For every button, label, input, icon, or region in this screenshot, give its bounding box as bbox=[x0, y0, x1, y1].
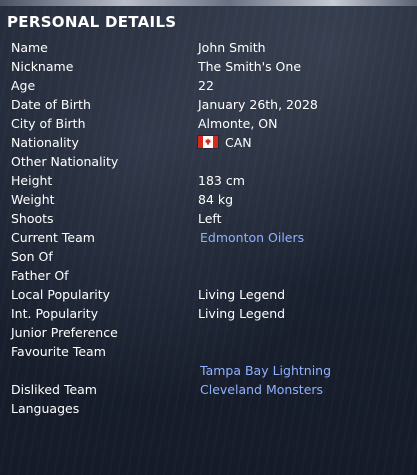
detail-row-int-popularity: Int. Popularity Living Legend bbox=[0, 304, 417, 323]
value-age: 22 bbox=[198, 78, 214, 93]
favourite-team-link[interactable]: Tampa Bay Lightning bbox=[200, 361, 331, 380]
detail-row-age: Age 22 bbox=[0, 76, 417, 95]
label-int-popularity: Int. Popularity bbox=[11, 306, 99, 321]
label-city-of-birth: City of Birth bbox=[11, 116, 86, 131]
detail-row-local-popularity: Local Popularity Living Legend bbox=[0, 285, 417, 304]
value-shoots: Left bbox=[198, 211, 222, 226]
current-team-link[interactable]: Edmonton Oilers bbox=[200, 228, 304, 247]
detail-row-junior-preference: Junior Preference bbox=[0, 323, 417, 342]
detail-row-father-of: Father Of bbox=[0, 266, 417, 285]
details-list: Name John Smith Nickname The Smith's One… bbox=[0, 38, 417, 418]
value-city-of-birth: Almonte, ON bbox=[198, 116, 278, 131]
label-height: Height bbox=[11, 173, 53, 188]
label-shoots: Shoots bbox=[11, 211, 54, 226]
value-local-popularity: Living Legend bbox=[198, 287, 286, 302]
label-languages: Languages bbox=[11, 401, 80, 416]
detail-row-favourite-team: Favourite Team bbox=[0, 342, 417, 361]
value-name: John Smith bbox=[198, 40, 266, 55]
label-favourite-team: Favourite Team bbox=[11, 344, 106, 359]
detail-row-favourite-team-value: Tampa Bay Lightning bbox=[0, 361, 417, 380]
label-nickname: Nickname bbox=[11, 59, 74, 74]
value-height: 183 cm bbox=[198, 173, 245, 188]
label-father-of: Father Of bbox=[11, 268, 69, 283]
detail-row-weight: Weight 84 kg bbox=[0, 190, 417, 209]
personal-details-panel: PERSONAL DETAILS Name John Smith Nicknam… bbox=[0, 0, 417, 475]
maple-leaf-icon bbox=[204, 138, 212, 145]
label-other-nationality: Other Nationality bbox=[11, 154, 119, 169]
detail-row-height: Height 183 cm bbox=[0, 171, 417, 190]
label-date-of-birth: Date of Birth bbox=[11, 97, 91, 112]
panel-title: PERSONAL DETAILS bbox=[7, 13, 177, 31]
detail-row-languages: Languages bbox=[0, 399, 417, 418]
detail-row-nationality: Nationality CAN bbox=[0, 133, 417, 152]
label-nationality: Nationality bbox=[11, 135, 79, 150]
detail-row-date-of-birth: Date of Birth January 26th, 2028 bbox=[0, 95, 417, 114]
label-junior-preference: Junior Preference bbox=[11, 325, 118, 340]
detail-row-shoots: Shoots Left bbox=[0, 209, 417, 228]
detail-row-son-of: Son Of bbox=[0, 247, 417, 266]
nationality-code: CAN bbox=[225, 135, 252, 150]
label-name: Name bbox=[11, 40, 48, 55]
detail-row-current-team: Current Team Edmonton Oilers bbox=[0, 228, 417, 247]
detail-row-name: Name John Smith bbox=[0, 38, 417, 57]
label-age: Age bbox=[11, 78, 36, 93]
label-local-popularity: Local Popularity bbox=[11, 287, 111, 302]
value-weight: 84 kg bbox=[198, 192, 234, 207]
value-date-of-birth: January 26th, 2028 bbox=[198, 97, 318, 112]
value-nationality: CAN bbox=[198, 133, 252, 152]
label-current-team: Current Team bbox=[11, 230, 95, 245]
disliked-team-link[interactable]: Cleveland Monsters bbox=[200, 380, 323, 399]
detail-row-disliked-team: Disliked Team Cleveland Monsters bbox=[0, 380, 417, 399]
panel-top-border bbox=[0, 0, 417, 6]
canada-flag-icon bbox=[198, 136, 218, 148]
detail-row-other-nationality: Other Nationality bbox=[0, 152, 417, 171]
detail-row-city-of-birth: City of Birth Almonte, ON bbox=[0, 114, 417, 133]
label-son-of: Son Of bbox=[11, 249, 53, 264]
label-weight: Weight bbox=[11, 192, 55, 207]
label-disliked-team: Disliked Team bbox=[11, 382, 97, 397]
value-nickname: The Smith's One bbox=[198, 59, 302, 74]
detail-row-nickname: Nickname The Smith's One bbox=[0, 57, 417, 76]
value-int-popularity: Living Legend bbox=[198, 306, 286, 321]
